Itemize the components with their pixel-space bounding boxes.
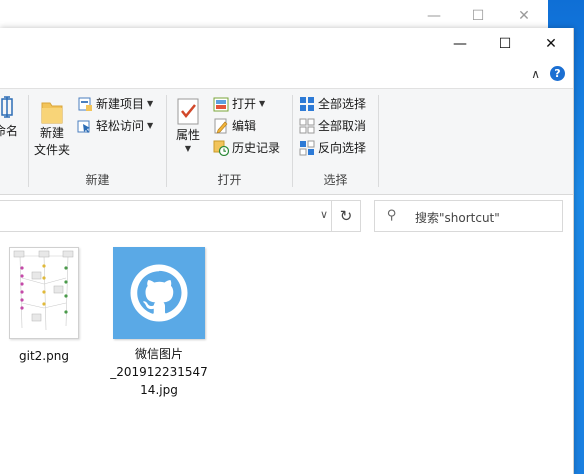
file-explorer-window: — ☐ ✕ ∧ ? 命名 新建 文件夹 新建项目 ▼ 轻松访问 ▼ 新建 属性 …: [0, 28, 574, 474]
new-folder-button[interactable]: 新建 文件夹: [34, 97, 70, 159]
rename-button[interactable]: 命名: [0, 95, 18, 140]
chevron-down-icon: ▼: [147, 121, 154, 130]
new-item-button[interactable]: 新建项目 ▼: [77, 93, 153, 114]
chevron-down-icon: ▼: [184, 144, 192, 153]
minimize-button[interactable]: —: [438, 28, 482, 60]
new-item-icon: [78, 97, 92, 111]
search-placeholder: 搜索"shortcut": [415, 211, 500, 225]
history-label: 历史记录: [232, 141, 281, 155]
git2-thumbnail: [9, 247, 79, 339]
ribbon-tab-bar: ∧ ?: [0, 60, 573, 88]
open-icon: [213, 97, 229, 111]
select-none-label: 全部取消: [318, 119, 367, 133]
search-box[interactable]: ⚲ 搜索"shortcut": [374, 200, 563, 232]
file-name: 微信图片 _201912231547 14.jpg: [110, 347, 208, 397]
open-button[interactable]: 打开 ▼: [213, 93, 265, 114]
github-logo-icon: [130, 264, 188, 322]
help-icon[interactable]: ?: [550, 66, 565, 81]
file-item[interactable]: git2.png: [0, 247, 94, 365]
ribbon: 命名 新建 文件夹 新建项目 ▼ 轻松访问 ▼ 新建 属性 ▼ 打开 ▼ 编辑 …: [0, 88, 573, 195]
select-all-label: 全部选择: [318, 97, 367, 111]
new-folder-icon: [41, 102, 63, 124]
search-icon: ⚲: [387, 208, 397, 223]
select-all-button[interactable]: 全部选择: [299, 93, 366, 114]
file-name: git2.png: [19, 349, 69, 363]
file-item[interactable]: 微信图片 _201912231547 14.jpg: [109, 247, 209, 399]
select-none-icon: [299, 118, 315, 133]
invert-selection-label: 反向选择: [318, 141, 367, 155]
new-folder-label-2: 文件夹: [34, 143, 71, 157]
easy-access-icon: [77, 120, 90, 133]
collapse-ribbon-icon[interactable]: ∧: [531, 67, 540, 81]
history-icon: [213, 140, 229, 156]
open-label: 打开: [232, 97, 257, 111]
refresh-icon: ↻: [339, 207, 353, 225]
address-history-dropdown[interactable]: ∨: [320, 208, 328, 221]
organize-group-partial: 命名: [0, 89, 28, 194]
select-all-icon: [300, 96, 314, 111]
open-group-label: 打开: [217, 173, 242, 187]
easy-access-label: 轻松访问: [96, 119, 145, 133]
new-item-label: 新建项目: [96, 97, 145, 111]
diagram-thumbnail-icon: [13, 250, 74, 331]
ribbon-separator: [378, 95, 379, 187]
properties-button[interactable]: 属性 ▼: [175, 97, 201, 153]
refresh-button[interactable]: ↻: [331, 201, 360, 231]
invert-selection-icon: [299, 140, 315, 155]
maximize-button[interactable]: ☐: [483, 28, 527, 60]
new-group-label: 新建: [85, 173, 110, 187]
history-button[interactable]: 历史记录: [213, 137, 280, 158]
select-group: 全部选择 全部取消 反向选择 选择: [293, 89, 378, 194]
chevron-down-icon: ▼: [147, 99, 154, 108]
edit-icon: [214, 118, 228, 133]
open-group: 属性 ▼ 打开 ▼ 编辑 历史记录 打开: [167, 89, 292, 194]
select-group-label: 选择: [323, 173, 348, 187]
rename-icon: [1, 96, 13, 118]
close-button[interactable]: ✕: [529, 28, 573, 60]
properties-icon: [177, 98, 199, 125]
address-bar[interactable]: ∨ ↻: [0, 200, 361, 232]
select-none-button[interactable]: 全部取消: [299, 115, 366, 136]
rename-label: 命名: [0, 124, 19, 138]
edit-label: 编辑: [232, 119, 257, 133]
properties-label: 属性: [175, 128, 200, 142]
easy-access-button[interactable]: 轻松访问 ▼: [77, 115, 153, 136]
edit-button[interactable]: 编辑: [213, 115, 256, 136]
github-thumbnail: [113, 247, 205, 339]
new-folder-label-1: 新建: [40, 126, 65, 140]
invert-selection-button[interactable]: 反向选择: [299, 137, 366, 158]
chevron-down-icon: ▼: [259, 99, 266, 108]
new-group: 新建 文件夹 新建项目 ▼ 轻松访问 ▼ 新建: [29, 89, 166, 194]
